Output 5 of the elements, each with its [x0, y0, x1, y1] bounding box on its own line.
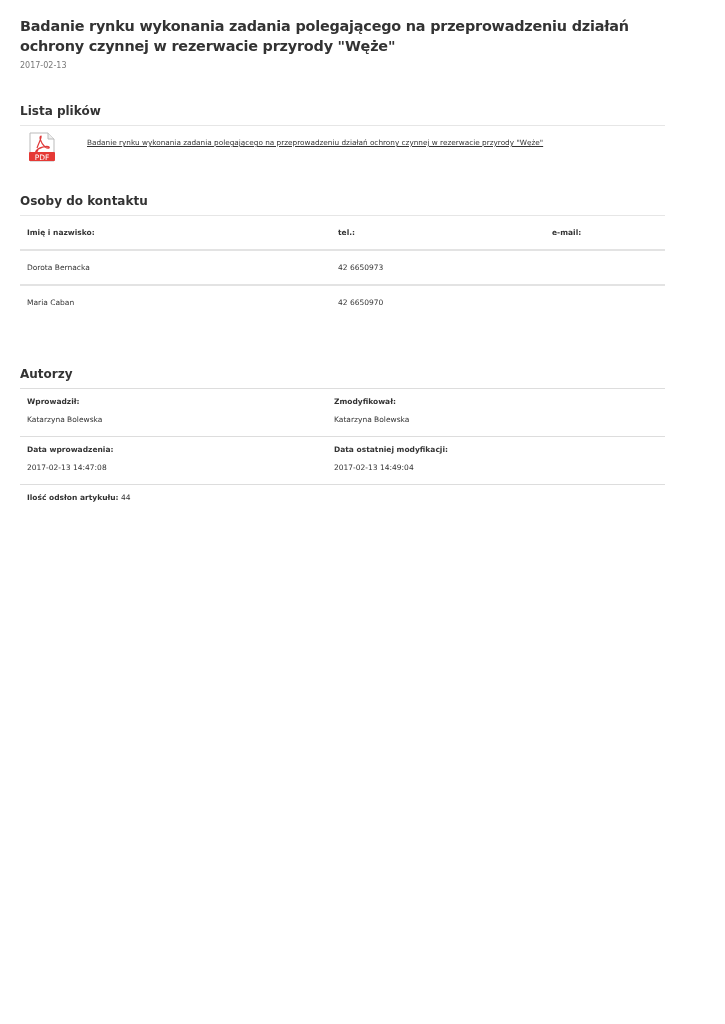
section-heading: Autorzy: [20, 367, 665, 389]
section-heading: Lista plików: [20, 104, 665, 126]
article-title: Badanie rynku wykonania zadania polegającego na przeprowadzeniu działań ochrony czynnej w rezerwacie przyrody "Węże": [20, 17, 630, 56]
article-date: 2017-02-13: [20, 61, 68, 70]
section-heading: Osoby do kontaktu: [20, 194, 665, 216]
